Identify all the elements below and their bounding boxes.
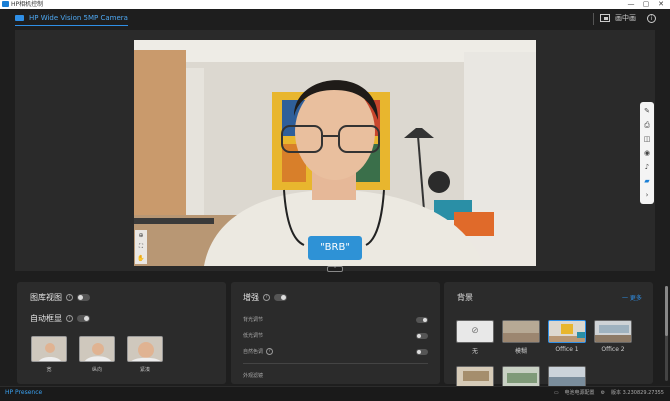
picture-in-picture-button[interactable]: 画中画 xyxy=(600,13,636,23)
status-bar: HP Presence ▭ 电池电源配置 ⚙ 版本 3.230829.27355 xyxy=(0,386,670,401)
auto-frame-label: 自动框显 xyxy=(30,314,62,323)
lowlight-toggle[interactable] xyxy=(416,332,428,339)
lowlight-row: 低光调节 xyxy=(243,331,428,340)
settings-icon[interactable]: ⚙ xyxy=(601,390,605,396)
help-icon[interactable]: ? xyxy=(266,348,274,355)
audio-icon[interactable]: ♪ xyxy=(643,163,651,171)
auto-frame-row: 自动框显 ? xyxy=(30,313,90,324)
backlight-label: 背光调节 xyxy=(243,317,264,323)
brb-overlay[interactable]: "BRB" xyxy=(308,236,362,260)
enhance-toggle[interactable] xyxy=(274,294,287,301)
hp-presence-brand: HP Presence xyxy=(5,389,43,396)
camera-icon xyxy=(15,14,24,21)
none-icon: ⊘ xyxy=(471,326,479,336)
window-titlebar: HP相机控制 — ▢ ✕ xyxy=(0,0,670,9)
help-icon[interactable]: ? xyxy=(66,294,73,301)
backlight-row: 背光调节 xyxy=(243,315,428,324)
chevron-right-icon[interactable]: › xyxy=(643,191,651,199)
background-none-label: 无 xyxy=(471,348,478,355)
camera-tab-label: HP Wide Vision 5MP Camera xyxy=(29,13,128,22)
gallery-view-label: 图库视图 xyxy=(30,293,62,302)
minimize-button[interactable]: — xyxy=(626,0,636,9)
natural-tone-label: 自然色调 xyxy=(243,349,264,355)
framing-panel: 图库视图 ? 自动框显 ? 宽 纵向 紧凑 xyxy=(17,282,226,384)
frame-tight-thumb[interactable] xyxy=(127,336,163,362)
enhance-label: 增强 xyxy=(243,293,259,302)
zoom-in-icon[interactable]: ⊕ xyxy=(138,232,143,239)
help-icon[interactable]: ? xyxy=(263,294,270,301)
maximize-button[interactable]: ▢ xyxy=(641,0,651,9)
more-backgrounds-link[interactable]: 一 更多 xyxy=(622,293,642,302)
blur-preview-image xyxy=(503,321,539,342)
fit-icon[interactable]: ⛶ xyxy=(139,243,143,250)
app-name: HP相机控制 xyxy=(11,1,44,8)
office2-preview-image xyxy=(595,321,631,342)
divider xyxy=(243,363,428,364)
pan-icon[interactable]: ✋ xyxy=(137,255,144,262)
help-icon[interactable]: ? xyxy=(66,315,73,322)
scrollbar-thumb[interactable] xyxy=(665,286,668,336)
background-blur-label: 模糊 xyxy=(514,348,527,355)
background-title: 背景 xyxy=(457,293,473,302)
panel-scrollbar[interactable] xyxy=(665,286,668,381)
backlight-toggle[interactable] xyxy=(416,316,428,323)
filter-row[interactable]: 外观滤镜 xyxy=(243,371,428,380)
camera-tab[interactable]: HP Wide Vision 5MP Camera xyxy=(15,12,128,26)
gallery-view-toggle[interactable] xyxy=(77,294,90,301)
lowlight-label: 低光调节 xyxy=(243,333,264,339)
frame-portrait-thumb[interactable] xyxy=(79,336,115,362)
power-config-label: 电池电源配置 xyxy=(564,390,595,396)
edit-icon[interactable]: ✎ xyxy=(643,107,651,115)
background-office-2-label: Office 2 xyxy=(601,346,625,353)
close-button[interactable]: ✕ xyxy=(656,0,666,9)
collapse-handle[interactable]: ⌃ xyxy=(327,266,343,272)
camera-preview xyxy=(134,40,536,266)
gallery-view-row: 图库视图 ? xyxy=(30,292,90,303)
background-office-1-label: Office 1 xyxy=(555,346,579,353)
record-icon[interactable]: ◉ xyxy=(643,149,651,157)
natural-tone-toggle[interactable] xyxy=(416,348,428,355)
background-office-1[interactable] xyxy=(548,320,586,343)
battery-icon: ▭ xyxy=(553,389,559,396)
office1-preview-image xyxy=(549,321,585,342)
background-blur[interactable] xyxy=(502,320,540,343)
filter-label: 外观滤镜 xyxy=(243,373,264,379)
frame-wide-thumb[interactable] xyxy=(31,336,67,362)
background-panel: 背景 一 更多 ⊘ 无 模糊 Office 1 Office 2 xyxy=(444,282,653,389)
header-bar: HP Wide Vision 5MP Camera 画中画 i xyxy=(0,9,670,29)
frame-tight-label: 紧凑 xyxy=(139,367,150,373)
status-right: ▭ 电池电源配置 ⚙ 版本 3.230829.27355 xyxy=(553,389,664,397)
enhance-panel: 增强 ? 背光调节 低光调节 自然色调? 外观滤镜 xyxy=(231,282,440,384)
background-none[interactable]: ⊘ xyxy=(456,320,494,343)
header-divider xyxy=(593,13,594,25)
info-icon[interactable]: i xyxy=(647,14,656,23)
pip-label: 画中画 xyxy=(615,14,636,22)
wide-preview-image xyxy=(32,337,66,361)
tight-preview-image xyxy=(128,337,162,361)
enhance-row: 增强 ? xyxy=(243,292,287,303)
portrait-preview-image xyxy=(80,337,114,361)
app-logo-icon xyxy=(2,1,9,7)
background-office-2[interactable] xyxy=(594,320,632,343)
print-icon[interactable]: ⎙ xyxy=(643,121,651,129)
frame-portrait-label: 纵向 xyxy=(91,367,102,373)
frame-wide-label: 宽 xyxy=(46,367,52,373)
overlay-icon[interactable]: ▰ xyxy=(643,177,651,185)
camera-frame-image xyxy=(134,40,536,266)
pip-icon xyxy=(600,14,610,22)
version-label: 版本 3.230829.27355 xyxy=(611,390,664,396)
preview-side-toolbar: ✎ ⎙ ◫ ◉ ♪ ▰ › xyxy=(640,102,654,204)
auto-frame-toggle[interactable] xyxy=(77,315,90,322)
natural-tone-label-wrap: 自然色调? xyxy=(243,348,274,355)
zoom-tools: ⊕ ⛶ ✋ xyxy=(135,230,147,264)
natural-tone-row: 自然色调? xyxy=(243,347,428,356)
camera-capture-icon[interactable]: ◫ xyxy=(643,135,651,143)
